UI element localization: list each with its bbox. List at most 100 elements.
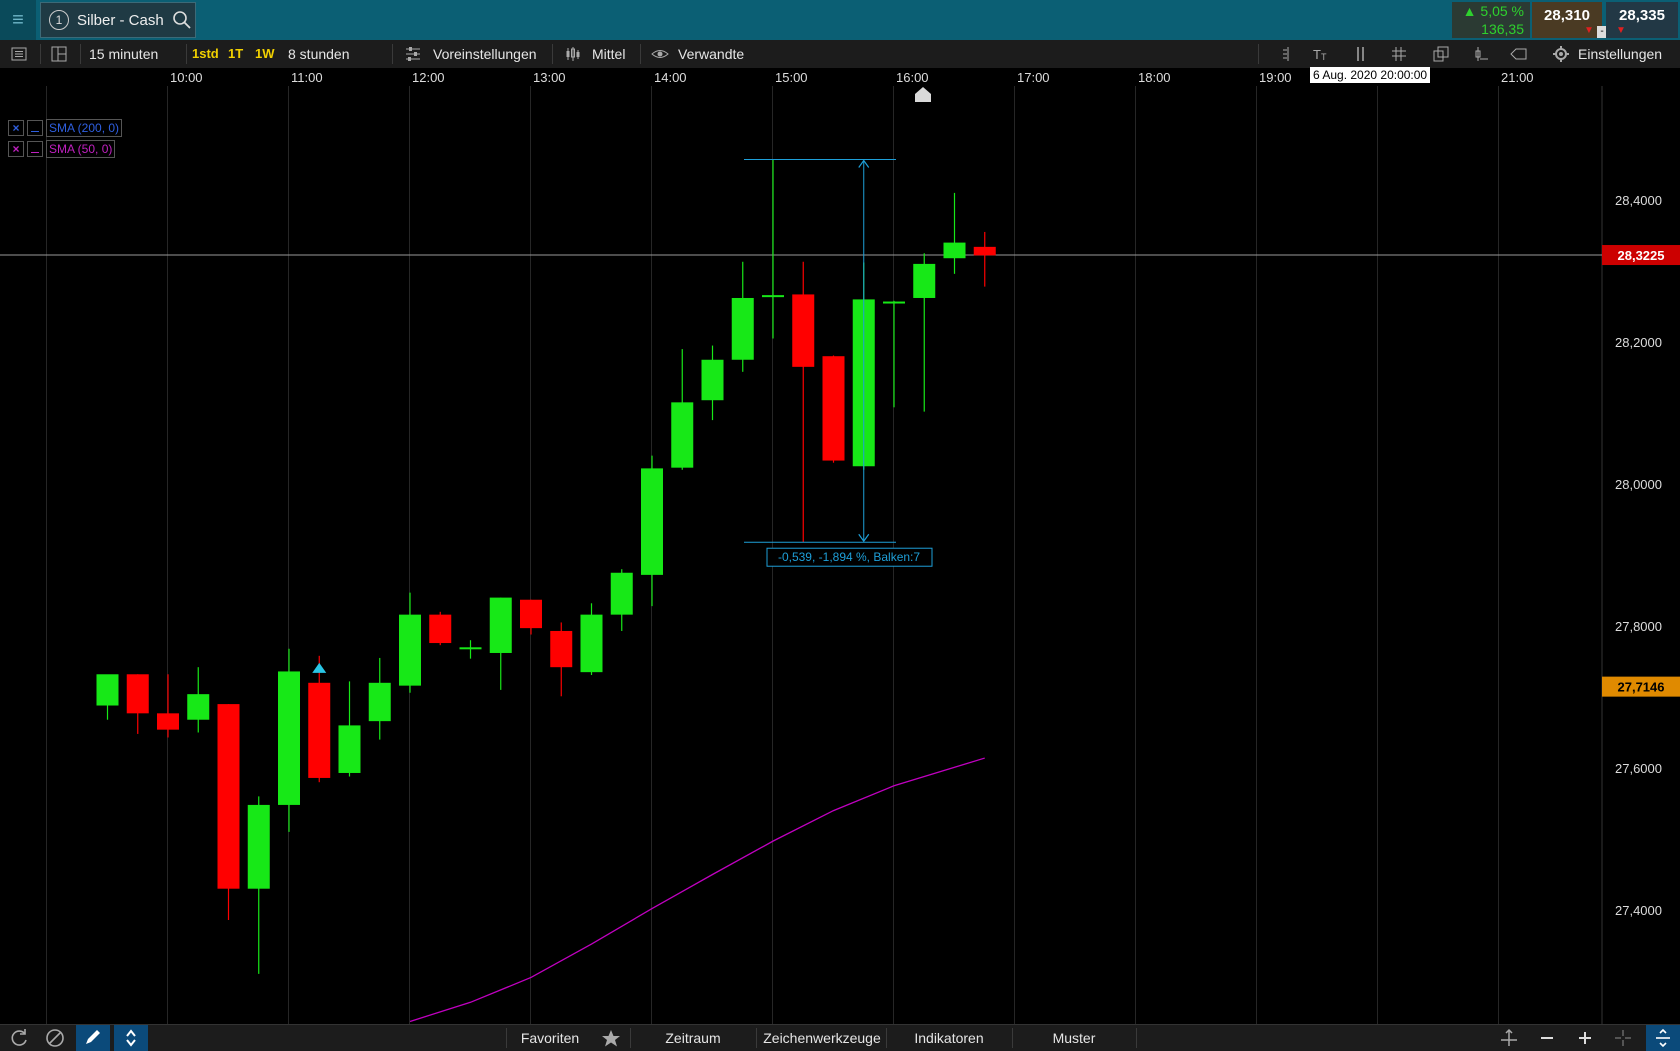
candle-body[interactable]	[126, 674, 149, 714]
vertical-list-icon[interactable]	[1275, 45, 1293, 63]
candle-body[interactable]	[701, 359, 724, 401]
time-label: 18:00	[1138, 70, 1171, 85]
favorites-button[interactable]: Favoriten	[510, 1025, 590, 1051]
candle-body[interactable]	[762, 295, 784, 298]
candle-body[interactable]	[217, 704, 240, 889]
legend-sma200: × SMA (200, 0)	[8, 119, 123, 137]
candle-body[interactable]	[973, 246, 996, 256]
chart-toolbar: 15 minuten 1std 1T 1W 8 stunden Voreinst…	[0, 40, 1680, 69]
sma50-line[interactable]	[409, 757, 985, 1023]
quick-1w-button[interactable]: 1W	[255, 40, 275, 68]
candle-body[interactable]	[792, 294, 815, 367]
drawing-tools-button[interactable]: Zeichenwerkzeuge	[758, 1025, 886, 1051]
crosshair-icon[interactable]	[1610, 1026, 1636, 1050]
menu-icon[interactable]: ≡	[0, 0, 36, 40]
zoom-out-icon[interactable]	[1534, 1026, 1560, 1050]
indicator-icon[interactable]	[1472, 45, 1490, 63]
candle-body[interactable]	[943, 242, 966, 259]
candle-body[interactable]	[489, 597, 512, 653]
indicators-button[interactable]: Indikatoren	[888, 1025, 1010, 1051]
bid-down-arrow-icon: ▼	[1584, 25, 1594, 36]
candle-body[interactable]	[96, 674, 119, 706]
candle-body[interactable]	[520, 599, 542, 629]
candle-body[interactable]	[610, 572, 633, 615]
candle-body[interactable]	[157, 713, 179, 730]
candle-body[interactable]	[641, 468, 663, 575]
legend-sma200-label[interactable]: SMA (200, 0)	[46, 119, 123, 137]
candle-body[interactable]	[913, 263, 936, 298]
zoom-in-icon[interactable]	[1572, 1026, 1598, 1050]
pencil-icon	[86, 1030, 100, 1044]
text-size-icon[interactable]: T T	[1312, 45, 1330, 63]
candle-body[interactable]	[399, 614, 421, 686]
price-tick-label: 28,2000	[1615, 335, 1662, 350]
candle-body[interactable]	[883, 301, 905, 304]
remove-sma50-icon[interactable]: ×	[8, 141, 24, 157]
refresh-icon[interactable]	[6, 1026, 32, 1050]
scale-button[interactable]	[1646, 1025, 1680, 1051]
price-chart[interactable]: -0,539, -1,894 %, Balken:7 28,4000 28,2000…	[0, 86, 1680, 1024]
autofit-icon[interactable]	[1496, 1026, 1522, 1050]
candle-body[interactable]	[247, 804, 270, 889]
settings-button[interactable]: Einstellungen	[1578, 40, 1662, 68]
svg-text:T: T	[1321, 52, 1327, 62]
candle-body[interactable]	[187, 694, 210, 720]
period-button[interactable]: Zeitraum	[634, 1025, 752, 1051]
patterns-button[interactable]: Muster	[1014, 1025, 1134, 1051]
instrument-selector[interactable]: 1 Silber - Cash	[40, 2, 196, 38]
measure-label: -0,539, -1,894 %, Balken:7	[778, 550, 920, 564]
presets-button[interactable]: Voreinstellungen	[433, 40, 537, 68]
candle-body[interactable]	[671, 402, 694, 468]
crosshair-grid-icon[interactable]	[1390, 45, 1408, 63]
chart-canvas[interactable]: -0,539, -1,894 %, Balken:7 28,4000 28,2000…	[0, 86, 1680, 1024]
candle-body[interactable]	[338, 725, 361, 773]
candle-body[interactable]	[429, 614, 452, 644]
candle-body[interactable]	[368, 682, 391, 722]
label-tag-icon[interactable]	[1510, 45, 1528, 63]
range-select[interactable]: 8 stunden	[288, 40, 350, 68]
quick-1t-button[interactable]: 1T	[228, 40, 243, 68]
legend-sma50: × SMA (50, 0)	[8, 140, 116, 158]
candle-body[interactable]	[550, 630, 573, 668]
instrument-number: 1	[49, 10, 69, 30]
candle-body[interactable]	[278, 671, 300, 805]
minimize-sma200-icon[interactable]	[27, 120, 43, 136]
layout-icon[interactable]	[50, 45, 68, 63]
pause-icon[interactable]	[1352, 45, 1370, 63]
sliders-icon[interactable]	[404, 45, 422, 63]
bid-price-box[interactable]: 28,310 ▼	[1532, 2, 1602, 38]
magnet-button[interactable]	[114, 1025, 148, 1051]
eye-icon[interactable]	[651, 45, 669, 63]
candle-body[interactable]	[822, 356, 845, 461]
candle-body[interactable]	[731, 297, 754, 360]
interval-select[interactable]: 15 minuten	[89, 40, 158, 68]
search-icon[interactable]	[172, 10, 192, 30]
legend-sma50-label[interactable]: SMA (50, 0)	[46, 140, 116, 158]
change-absolute: 136,35	[1481, 21, 1524, 37]
candle-body[interactable]	[459, 647, 482, 650]
top-bar: ≡ 1 Silber - Cash ▲ 5,05 % 136,35 28,310…	[0, 0, 1680, 40]
instrument-name: Silber - Cash	[77, 11, 164, 29]
gear-icon[interactable]	[1552, 45, 1570, 63]
candle-type-button[interactable]: Mittel	[592, 40, 625, 68]
candle-body[interactable]	[580, 614, 603, 673]
block-icon[interactable]	[42, 1026, 68, 1050]
windows-icon[interactable]	[1432, 45, 1450, 63]
change-display: ▲ 5,05 % 136,35	[1452, 2, 1530, 38]
candlestick-icon[interactable]	[564, 45, 582, 63]
time-label: 21:00	[1501, 70, 1534, 85]
pencil-button[interactable]	[76, 1025, 110, 1051]
list-icon[interactable]	[10, 45, 28, 63]
ask-price-box[interactable]: 28,335 ▼	[1606, 2, 1678, 38]
quick-1std-button[interactable]: 1std	[192, 40, 219, 68]
related-button[interactable]: Verwandte	[678, 40, 744, 68]
minimize-sma50-icon[interactable]	[27, 141, 43, 157]
session-marker-icon[interactable]	[915, 87, 931, 102]
remove-sma200-icon[interactable]: ×	[8, 120, 24, 136]
signal-triangle-icon[interactable]	[312, 662, 327, 673]
star-icon[interactable]	[598, 1026, 624, 1050]
time-label: 10:00	[170, 70, 203, 85]
arrows-updown-icon	[126, 1029, 136, 1047]
time-label: 16:00	[896, 70, 929, 85]
candle-body[interactable]	[308, 682, 331, 778]
